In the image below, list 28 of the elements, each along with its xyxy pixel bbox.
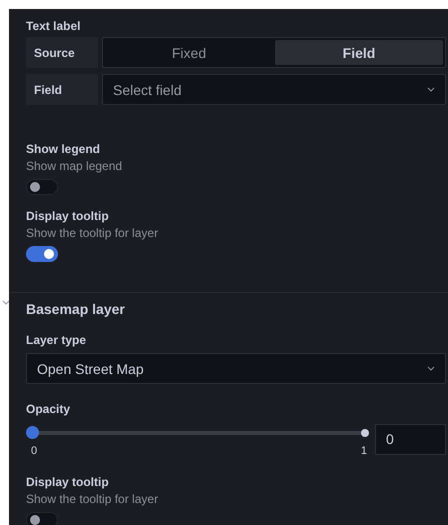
option-description: Show the tooltip for layer (26, 226, 160, 240)
chevron-icon[interactable] (2, 300, 10, 306)
select-field[interactable]: Select field (102, 74, 446, 105)
field-label: Layer type (26, 333, 88, 347)
slider-end-handle[interactable] (361, 429, 369, 437)
caret-icon (427, 366, 435, 371)
caret-icon (427, 87, 435, 92)
option-title: Show legend (26, 142, 102, 156)
option-description: Show the tooltip for layer (26, 492, 160, 506)
toggle-switch[interactable] (26, 179, 58, 195)
toggle-switch[interactable] (26, 246, 58, 262)
field-label: Opacity (26, 402, 72, 416)
section-label: Text label (26, 19, 82, 33)
option-description: Show map legend (26, 159, 124, 173)
field-label: Field (26, 74, 98, 105)
radio-option[interactable]: Fixed (105, 40, 273, 65)
select-field[interactable]: Open Street Map (26, 353, 446, 384)
opacity-slider[interactable] (26, 426, 369, 439)
radio-option[interactable]: Field (275, 40, 443, 65)
option-title: Display tooltip (26, 475, 110, 489)
tick-label: 0 (31, 445, 38, 457)
field-label: Source (26, 37, 98, 68)
toggle-switch[interactable] (26, 512, 58, 525)
section-title: Basemap layer (26, 301, 125, 317)
tick-label: 1 (360, 445, 367, 457)
slider-thumb[interactable] (26, 426, 39, 439)
number-input[interactable]: 0 (375, 424, 446, 455)
option-title: Display tooltip (26, 209, 110, 223)
